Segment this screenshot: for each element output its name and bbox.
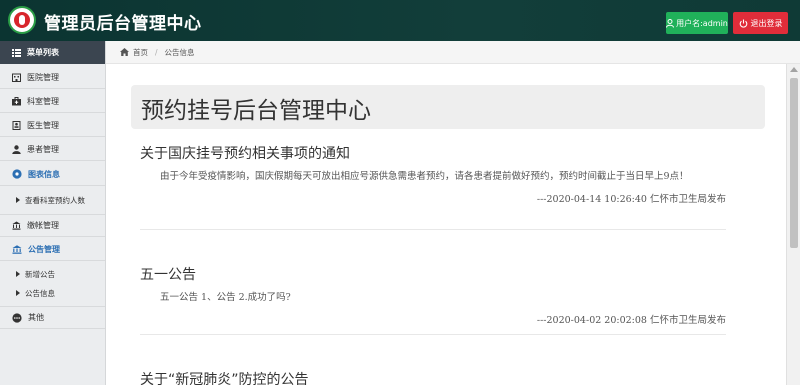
caret-right-icon bbox=[16, 271, 20, 277]
scroll-up-arrow-icon[interactable] bbox=[790, 67, 798, 72]
vertical-scrollbar[interactable] bbox=[786, 64, 800, 385]
notice-title: 关于“新冠肺炎”防控的公告 bbox=[140, 372, 309, 385]
notice-title: 关于国庆挂号预约相关事项的通知 bbox=[140, 146, 350, 162]
notice-item: 五一公告 五一公告 1、公告 2.成功了吗? ---2020-04-02 20:… bbox=[140, 264, 726, 326]
divider bbox=[140, 334, 726, 335]
more-icon bbox=[12, 312, 22, 323]
sidebar-heading-label: 菜单列表 bbox=[27, 48, 59, 57]
notice-title: 五一公告 bbox=[140, 267, 196, 283]
breadcrumb: 首页 / 公告信息 bbox=[106, 41, 800, 64]
breadcrumb-separator: / bbox=[155, 47, 158, 57]
notice-item: 关于“新冠肺炎”防控的公告 bbox=[140, 369, 726, 385]
chart-icon bbox=[12, 169, 22, 179]
notice-item: 关于国庆挂号预约相关事项的通知 由于今年受疫情影响，国庆假期每天可放出相应号源供… bbox=[140, 143, 726, 205]
sidebar-item-notice[interactable]: 公告管理 bbox=[0, 238, 105, 261]
list-icon bbox=[12, 48, 21, 57]
medkit-icon bbox=[12, 96, 21, 105]
caret-right-icon bbox=[16, 197, 20, 203]
sidebar-item-label: 公告管理 bbox=[28, 244, 60, 254]
doctor-icon bbox=[12, 120, 21, 130]
sidebar-item-label: 医院管理 bbox=[27, 72, 59, 82]
sidebar-item-hospital[interactable]: 医院管理 bbox=[0, 66, 105, 89]
sidebar-item-label: 图表信息 bbox=[28, 169, 60, 179]
sidebar-item-label: 缴帐管理 bbox=[27, 221, 59, 230]
sidebar-item-label: 科室管理 bbox=[27, 96, 59, 106]
sidebar-item-chart[interactable]: 图表信息 bbox=[0, 163, 105, 186]
scrollbar-thumb[interactable] bbox=[790, 78, 798, 248]
top-header: 管理员后台管理中心 用户名:admin 退出登录 bbox=[0, 0, 800, 41]
notice-footer: ---2020-04-14 10:26:40 仁怀市卫生局发布 bbox=[536, 194, 726, 205]
sidebar-item-payment[interactable]: 缴帐管理 bbox=[0, 214, 105, 237]
breadcrumb-current: 公告信息 bbox=[164, 47, 195, 57]
sidebar-subitem-label: 查看科室预约人数 bbox=[25, 195, 85, 205]
sidebar-subitem-label: 公告信息 bbox=[25, 288, 55, 298]
notice-body: 由于今年受疫情影响，国庆假期每天可放出相应号源供急需患者预约，请各患者提前做好预… bbox=[160, 171, 689, 182]
hospital-logo bbox=[8, 6, 36, 34]
sidebar-subitem-new-notice[interactable]: 新增公告 bbox=[0, 265, 105, 283]
sidebar-subitem-label: 新增公告 bbox=[25, 269, 55, 279]
user-icon bbox=[666, 18, 675, 28]
main-content: 预约挂号后台管理中心 关于国庆挂号预约相关事项的通知 由于今年受疫情影响，国庆假… bbox=[106, 64, 786, 385]
payment-icon bbox=[12, 221, 21, 230]
sidebar: 菜单列表 医院管理 科室管理 医生管理 患者管理 图表信息 查看科室预约人数 缴… bbox=[0, 41, 106, 385]
sidebar-item-label: 其他 bbox=[28, 313, 44, 322]
patient-icon bbox=[12, 144, 21, 154]
bank-icon bbox=[12, 244, 22, 254]
logout-button[interactable]: 退出登录 bbox=[733, 12, 788, 34]
power-icon bbox=[739, 19, 747, 28]
sidebar-item-other[interactable]: 其他 bbox=[0, 306, 105, 329]
user-button-label: 用户名:admin bbox=[676, 18, 728, 28]
sidebar-item-doctor[interactable]: 医生管理 bbox=[0, 114, 105, 137]
caret-right-icon bbox=[16, 290, 20, 296]
hospital-icon bbox=[12, 73, 21, 82]
breadcrumb-home[interactable]: 首页 bbox=[133, 47, 148, 58]
sidebar-item-label: 医生管理 bbox=[27, 120, 59, 130]
logout-button-label: 退出登录 bbox=[750, 18, 783, 28]
app-title: 管理员后台管理中心 bbox=[44, 14, 202, 34]
notice-footer: ---2020-04-02 20:02:08 仁怀市卫生局发布 bbox=[536, 315, 726, 326]
page-title: 预约挂号后台管理中心 bbox=[141, 98, 371, 124]
sidebar-item-department[interactable]: 科室管理 bbox=[0, 90, 105, 113]
sidebar-subitem-department-appointments[interactable]: 查看科室预约人数 bbox=[0, 191, 105, 209]
sidebar-item-label: 患者管理 bbox=[27, 144, 59, 154]
user-button[interactable]: 用户名:admin bbox=[666, 12, 728, 34]
notice-body: 五一公告 1、公告 2.成功了吗? bbox=[160, 292, 291, 303]
home-icon bbox=[120, 48, 129, 56]
divider bbox=[140, 229, 726, 230]
sidebar-heading: 菜单列表 bbox=[0, 41, 105, 64]
sidebar-item-patient[interactable]: 患者管理 bbox=[0, 138, 105, 161]
sidebar-subitem-notice-info[interactable]: 公告信息 bbox=[0, 284, 105, 302]
jumbotron: 预约挂号后台管理中心 bbox=[131, 85, 765, 129]
